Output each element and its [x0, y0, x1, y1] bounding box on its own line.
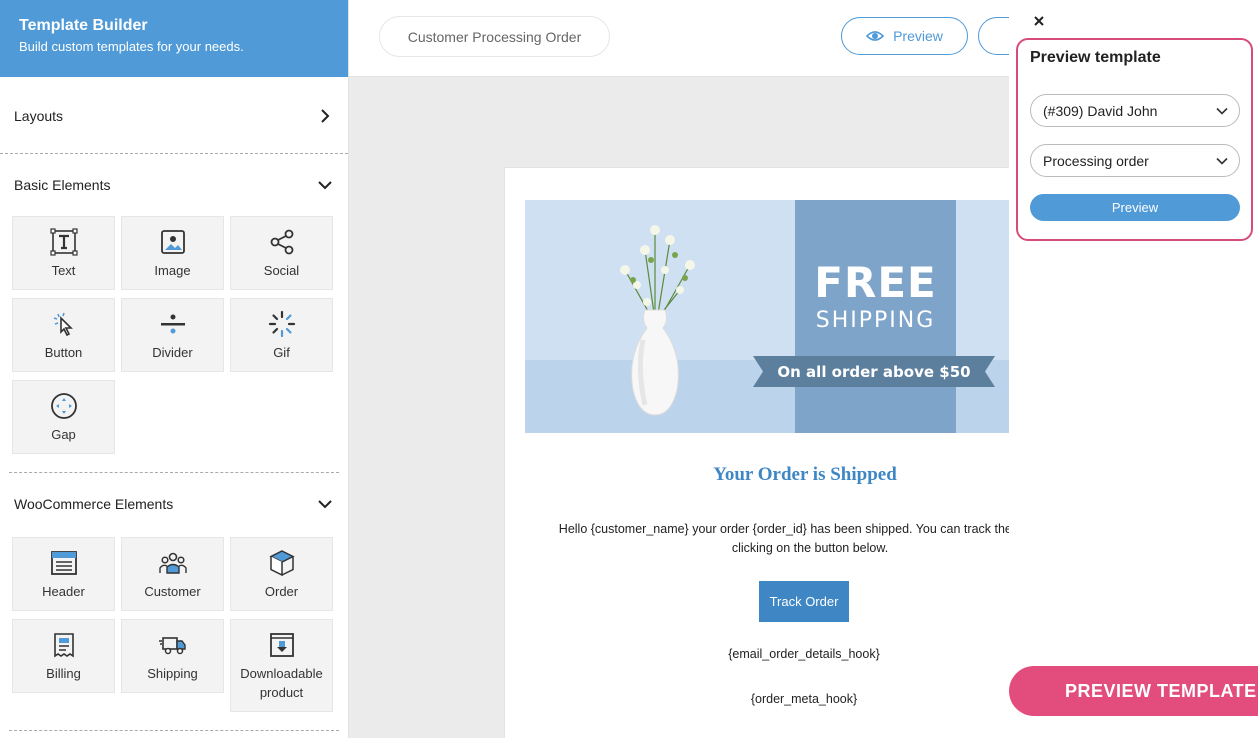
- element-label: Header: [42, 584, 85, 599]
- element-label: Text: [51, 263, 76, 278]
- run-preview-button[interactable]: Preview: [1030, 194, 1240, 221]
- customer-icon: [158, 552, 187, 574]
- element-label: Social: [263, 263, 300, 278]
- element-image[interactable]: Image: [121, 216, 224, 290]
- receipt-icon: [53, 633, 74, 658]
- element-label: Gap: [51, 427, 76, 442]
- layouts-toggle[interactable]: Layouts: [9, 77, 339, 154]
- element-label: Billing: [46, 666, 81, 681]
- basic-elements-header: Basic Elements: [0, 154, 348, 216]
- element-gap[interactable]: Gap: [12, 380, 115, 454]
- woo-elements-grid: Header Customer Order Billing Shipping D…: [9, 537, 339, 712]
- order-status-select-value: Processing order: [1043, 152, 1149, 169]
- banner-image[interactable]: FREE SHIPPING On all order above $50: [525, 200, 1025, 433]
- element-social[interactable]: Social: [230, 216, 333, 290]
- preview-button-label: Preview: [893, 28, 943, 44]
- element-label: Image: [154, 263, 191, 278]
- banner-ribbon-text: On all order above $50: [777, 363, 971, 381]
- close-icon[interactable]: [1031, 13, 1047, 29]
- share-icon: [270, 229, 293, 255]
- template-name-field[interactable]: Customer Processing Order: [379, 16, 610, 57]
- section-divider: [9, 730, 339, 731]
- chevron-down-icon: [318, 500, 332, 509]
- pointer-icon: [53, 312, 73, 337]
- element-label: Gif: [273, 345, 290, 360]
- sidebar-title: Template Builder: [19, 17, 148, 34]
- element-order[interactable]: Order: [230, 537, 333, 611]
- customer-select-value: (#309) David John: [1043, 102, 1158, 119]
- preview-template-cta[interactable]: PREVIEW TEMPLATE: [1009, 666, 1258, 716]
- track-order-button[interactable]: Track Order: [759, 581, 849, 622]
- element-label: Downloadable product: [240, 666, 323, 700]
- text-icon: [49, 228, 78, 256]
- element-gif[interactable]: Gif: [230, 298, 333, 372]
- banner-shipping-text: SHIPPING: [815, 308, 936, 333]
- email-canvas: FREE SHIPPING On all order above $50 You…: [504, 167, 1061, 738]
- preview-panel: Preview template (#309) David John Proce…: [1009, 0, 1258, 738]
- box-icon: [268, 550, 295, 577]
- preview-button[interactable]: Preview: [841, 17, 968, 55]
- chevron-down-icon: [318, 181, 332, 190]
- loader-icon: [268, 310, 295, 338]
- layouts-label: Layouts: [14, 107, 64, 124]
- element-header[interactable]: Header: [12, 537, 115, 611]
- element-label: Order: [264, 584, 299, 599]
- sidebar: Template Builder Build custom templates …: [0, 0, 349, 738]
- gap-icon: [50, 393, 77, 419]
- eye-icon: [866, 31, 885, 41]
- image-icon: [160, 230, 185, 254]
- download-icon: [269, 633, 294, 657]
- element-label: Button: [44, 345, 83, 360]
- email-body-text[interactable]: Hello {customer_name} your order {order_…: [540, 520, 1080, 558]
- element-billing[interactable]: Billing: [12, 619, 115, 693]
- banner-free-text: FREE: [814, 258, 937, 307]
- order-status-select[interactable]: Processing order: [1030, 144, 1240, 177]
- sidebar-header: Template Builder Build custom templates …: [0, 0, 348, 77]
- preview-template-title: Preview template: [1030, 49, 1161, 66]
- layouts-section: Layouts: [0, 77, 348, 154]
- element-label: Divider: [152, 345, 193, 360]
- element-button[interactable]: Button: [12, 298, 115, 372]
- preview-template-box: Preview template (#309) David John Proce…: [1016, 38, 1253, 241]
- woo-elements-toggle[interactable]: WooCommerce Elements: [9, 473, 339, 535]
- woo-elements-label: WooCommerce Elements: [14, 496, 174, 512]
- flower-vase-illustration: [620, 225, 695, 416]
- basic-elements-grid: Text Image Social Button Divider Gif Gap: [9, 216, 339, 454]
- element-label: Customer: [144, 584, 201, 599]
- element-shipping[interactable]: Shipping: [121, 619, 224, 693]
- element-downloadable-product[interactable]: Downloadable product: [230, 619, 333, 712]
- woo-elements-header: WooCommerce Elements: [0, 473, 348, 535]
- element-divider[interactable]: Divider: [121, 298, 224, 372]
- sidebar-subtitle: Build custom templates for your needs.: [19, 39, 244, 54]
- chevron-down-icon: [1216, 107, 1228, 115]
- basic-elements-label: Basic Elements: [14, 177, 111, 193]
- element-text[interactable]: Text: [12, 216, 115, 290]
- divider-icon: [160, 314, 185, 334]
- chevron-down-icon: [1216, 157, 1228, 165]
- header-icon: [50, 551, 77, 575]
- chevron-right-icon: [321, 108, 330, 123]
- customer-select[interactable]: (#309) David John: [1030, 94, 1240, 127]
- truck-icon: [158, 637, 186, 655]
- basic-elements-toggle[interactable]: Basic Elements: [9, 154, 339, 216]
- element-customer[interactable]: Customer: [121, 537, 224, 611]
- element-label: Shipping: [147, 666, 198, 681]
